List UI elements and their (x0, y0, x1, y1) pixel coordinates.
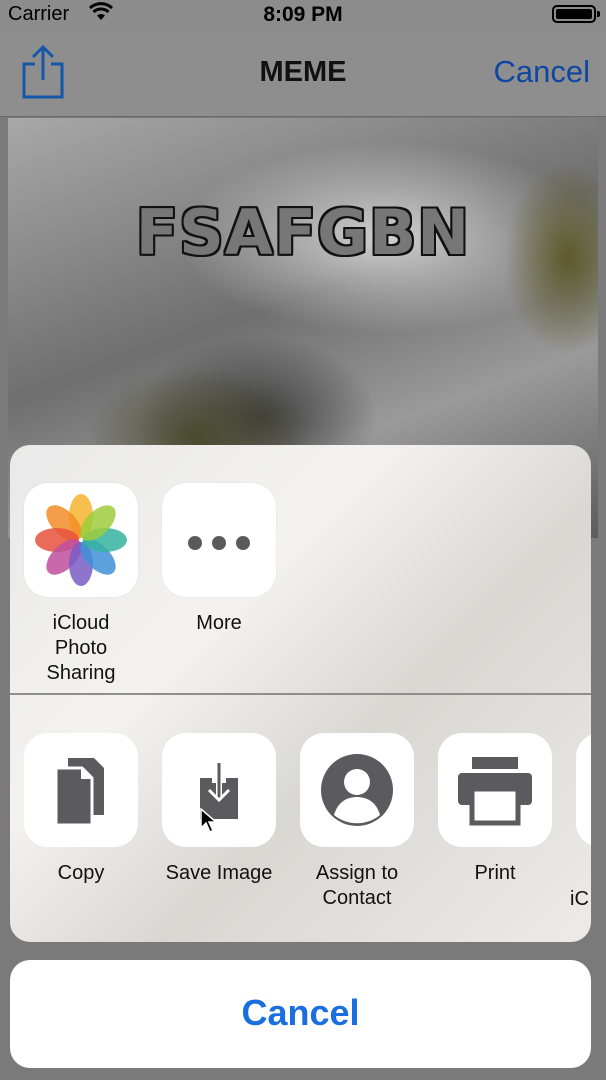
action-label-line2: Contact (322, 887, 392, 909)
app-label-line2: Sharing (46, 662, 116, 684)
navigation-bar: MEME Cancel (0, 30, 606, 117)
photos-icon (24, 483, 138, 597)
action-label-line1: Assign to (315, 862, 399, 884)
assign-to-contact-button[interactable]: Assign to Contact (300, 733, 414, 911)
action-label: Print (474, 862, 516, 884)
nav-cancel-button[interactable]: Cancel (494, 54, 591, 90)
more-apps-button[interactable]: More (162, 483, 276, 636)
copy-button[interactable]: Copy (24, 733, 138, 886)
action-label: Save Image (165, 862, 273, 884)
clock: 8:09 PM (263, 3, 343, 26)
app-label-line1: iCloud Photo (52, 612, 110, 659)
copy-icon (24, 733, 138, 847)
meme-top-text: FSAFGBN (135, 196, 471, 269)
app-label-line1: More (196, 612, 242, 634)
battery-icon (552, 5, 600, 23)
cancel-label: Cancel (241, 992, 360, 1033)
print-icon (438, 733, 552, 847)
more-icon (162, 483, 276, 597)
share-sheet: iCloud Photo Sharing More Copy Save Imag… (10, 445, 591, 942)
save-image-icon (162, 733, 276, 847)
print-button[interactable]: Print (438, 733, 552, 886)
status-bar: Carrier 8:09 PM (0, 0, 606, 30)
action-label: Copy (57, 862, 105, 884)
partial-action-tile[interactable] (576, 733, 591, 847)
cancel-button[interactable]: Cancel (10, 960, 591, 1068)
icloud-photo-sharing-button[interactable]: iCloud Photo Sharing (24, 483, 138, 686)
save-image-button[interactable]: Save Image (162, 733, 276, 886)
contact-icon (300, 733, 414, 847)
row-divider (10, 693, 591, 695)
partial-action-label: iC (570, 888, 589, 910)
mouse-cursor-icon (200, 808, 218, 834)
